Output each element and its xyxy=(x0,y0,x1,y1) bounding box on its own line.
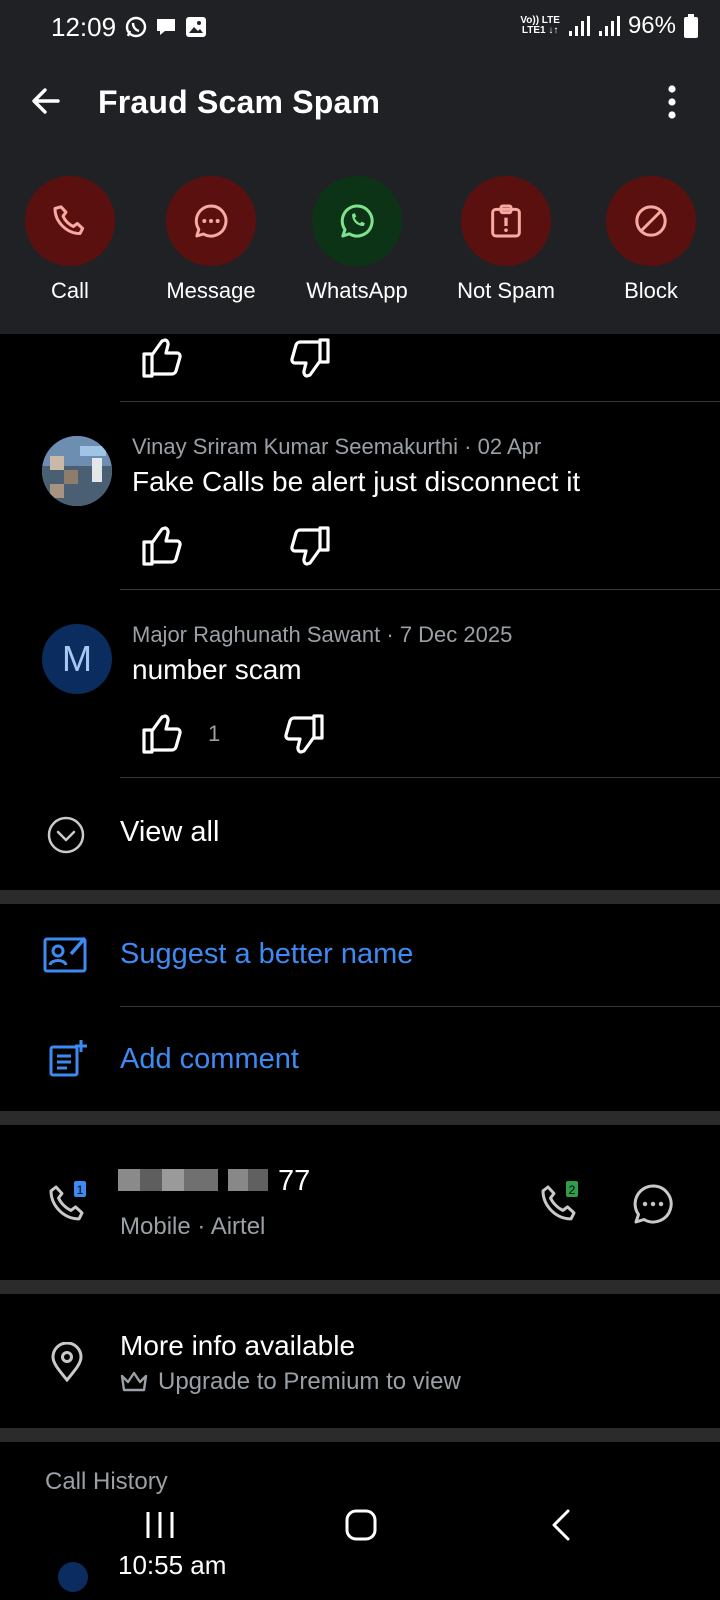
block-icon xyxy=(635,205,667,237)
action-buttons: Call Message WhatsApp Not Spam Block xyxy=(0,176,720,316)
network-indicator: Vo)) LTE LTE1 ↓↑ xyxy=(520,15,560,36)
add-comment-row[interactable]: Add comment xyxy=(0,1007,720,1111)
like-button[interactable] xyxy=(140,336,184,380)
notification-icons xyxy=(124,15,208,39)
phone-number-row[interactable]: 1 77 Mobile · Airtel 2 xyxy=(0,1125,720,1280)
comment-divider xyxy=(120,589,720,590)
status-right: Vo)) LTE LTE1 ↓↑ 96% xyxy=(520,12,698,40)
whatsapp-button[interactable]: WhatsApp xyxy=(287,176,427,304)
thumbs-up-icon xyxy=(142,526,182,566)
whatsapp-notification-icon xyxy=(125,16,147,38)
vote-row xyxy=(140,522,332,570)
block-button[interactable]: Block xyxy=(581,176,720,304)
view-all-label: View all xyxy=(120,816,220,848)
recent-apps-icon[interactable] xyxy=(144,1510,176,1540)
section-separator xyxy=(0,1280,720,1294)
vote-row: 1 xyxy=(140,710,326,758)
section-separator xyxy=(0,1428,720,1442)
sms-button[interactable] xyxy=(632,1183,674,1225)
page-title: Fraud Scam Spam xyxy=(98,84,381,120)
battery-icon xyxy=(684,14,698,38)
details-scroll-area[interactable]: Vinay Sriram Kumar Seemakurthi · 02 Apr … xyxy=(0,334,720,1600)
comment-text: number scam xyxy=(132,654,302,685)
premium-crown-icon xyxy=(120,1371,148,1392)
svg-text:1: 1 xyxy=(77,1183,84,1197)
section-separator xyxy=(0,890,720,904)
chat-notification-icon xyxy=(157,19,175,35)
avatar xyxy=(42,436,112,506)
suggest-name-row[interactable]: Suggest a better name xyxy=(0,904,720,1006)
status-time: 12:09 xyxy=(51,12,117,42)
whatsapp-icon xyxy=(340,204,374,238)
location-pin-icon xyxy=(51,1342,83,1382)
thumbs-down-icon xyxy=(284,714,324,754)
comment-item: M Major Raghunath Sawant · 7 Dec 2025 nu… xyxy=(0,622,720,782)
comment-divider xyxy=(120,401,720,402)
more-info-subtitle: Upgrade to Premium to view xyxy=(158,1368,461,1395)
avatar: M xyxy=(42,624,112,694)
chat-bubble-icon xyxy=(194,204,228,238)
add-comment-icon xyxy=(49,1040,87,1077)
call-button[interactable]: Call xyxy=(0,176,140,304)
dislike-button[interactable] xyxy=(288,524,332,568)
edit-name-card-icon xyxy=(43,936,87,973)
phone-icon xyxy=(53,205,85,235)
masked-number xyxy=(118,1167,278,1193)
suggest-name-label: Suggest a better name xyxy=(120,938,414,970)
comment-text: Fake Calls be alert just disconnect it xyxy=(132,466,581,497)
signal-icon-2 xyxy=(598,16,620,36)
battery-percent: 96% xyxy=(627,12,676,39)
system-nav-bar xyxy=(0,1490,720,1600)
gallery-notification-icon xyxy=(186,17,206,37)
avatar-letter: M xyxy=(62,638,92,679)
more-info-title: More info available xyxy=(120,1330,356,1361)
dislike-button[interactable] xyxy=(288,336,332,380)
view-all-row[interactable]: View all xyxy=(0,788,720,884)
like-count: 1 xyxy=(208,721,221,746)
comment-divider xyxy=(120,777,720,778)
like-button[interactable]: 1 xyxy=(140,712,220,756)
thumbs-up-icon xyxy=(142,714,182,754)
app-bar: Fraud Scam Spam Call Message WhatsApp No… xyxy=(0,56,720,334)
thumbs-up-icon xyxy=(142,338,182,378)
dislike-button[interactable] xyxy=(282,712,326,756)
signal-icon xyxy=(568,16,590,36)
back-nav-icon[interactable] xyxy=(550,1508,572,1542)
number-type: Mobile · Airtel xyxy=(120,1213,266,1240)
message-button[interactable]: Message xyxy=(141,176,281,304)
like-button[interactable] xyxy=(140,524,184,568)
add-comment-label: Add comment xyxy=(120,1043,299,1075)
not-spam-button[interactable]: Not Spam xyxy=(436,176,576,304)
vote-row-previous xyxy=(140,334,332,382)
status-bar: 12:09 Vo)) LTE LTE1 ↓↑ 96% xyxy=(0,0,720,56)
thumbs-down-icon xyxy=(290,526,330,566)
blurred-photo-avatar xyxy=(42,436,112,506)
svg-text:2: 2 xyxy=(569,1183,576,1197)
section-separator xyxy=(0,1111,720,1125)
expand-circle-icon xyxy=(47,816,85,854)
comment-author: Vinay Sriram Kumar Seemakurthi · 02 Apr xyxy=(132,434,542,459)
report-icon xyxy=(491,204,521,238)
home-icon[interactable] xyxy=(344,1508,378,1542)
thumbs-down-icon xyxy=(290,338,330,378)
comment-item: Vinay Sriram Kumar Seemakurthi · 02 Apr … xyxy=(0,434,720,594)
sim1-call-icon: 1 xyxy=(49,1181,86,1221)
back-arrow-icon[interactable] xyxy=(28,83,64,119)
comment-author: Major Raghunath Sawant · 7 Dec 2025 xyxy=(132,622,513,647)
more-options-icon[interactable] xyxy=(660,84,684,120)
number-suffix: 77 xyxy=(278,1165,311,1197)
sim2-call-button[interactable]: 2 xyxy=(540,1181,584,1225)
more-info-row[interactable]: More info available Upgrade to Premium t… xyxy=(0,1294,720,1428)
